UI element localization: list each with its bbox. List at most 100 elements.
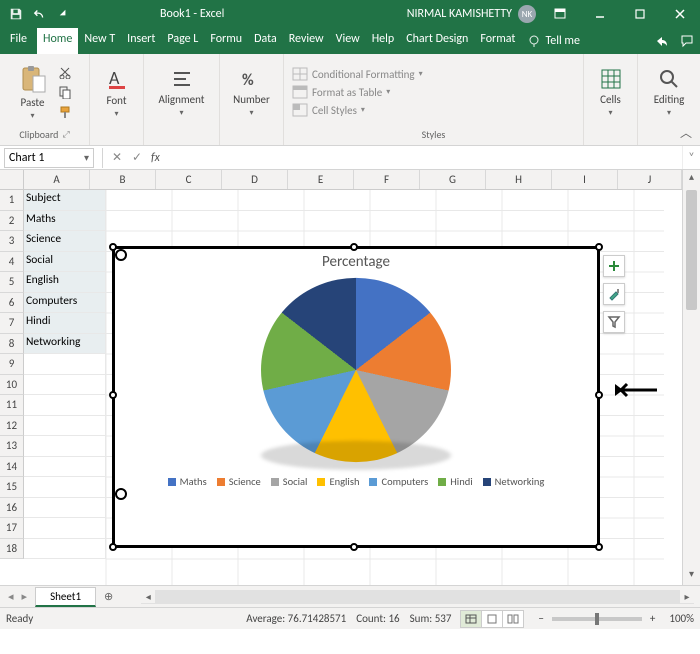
paste-button[interactable]: Paste ▾ <box>15 62 51 123</box>
cell-A6[interactable]: Computers <box>24 293 106 314</box>
col-G[interactable]: G <box>420 170 486 189</box>
legend-item[interactable]: Hindi <box>438 475 472 488</box>
row-3[interactable]: 3 <box>0 231 24 252</box>
tab-view[interactable]: View <box>330 28 366 54</box>
page-break-view-button[interactable] <box>502 610 524 628</box>
tab-help[interactable]: Help <box>366 28 401 54</box>
scroll-left-icon[interactable]: ◂ <box>141 590 155 603</box>
name-box[interactable]: Chart 1 ▾ <box>4 148 94 168</box>
cell-A16[interactable] <box>24 498 106 519</box>
comments-icon[interactable] <box>674 28 700 54</box>
editing-button[interactable]: Editing ▾ <box>650 65 689 120</box>
zoom-slider[interactable]: − + <box>534 612 659 625</box>
legend-item[interactable]: Computers <box>369 475 428 488</box>
zoom-track[interactable] <box>552 617 642 621</box>
tab-chart-design[interactable]: Chart Design <box>400 28 474 54</box>
clipboard-launcher-icon[interactable]: ⤢ <box>62 129 69 140</box>
col-H[interactable]: H <box>486 170 552 189</box>
font-button[interactable]: A Font ▾ <box>102 64 132 121</box>
row-5[interactable]: 5 <box>0 272 24 293</box>
sheet-nav-prev-icon[interactable]: ◂ <box>4 588 18 605</box>
row-12[interactable]: 12 <box>0 416 24 437</box>
undo-icon[interactable] <box>30 4 50 24</box>
chart-elements-button[interactable] <box>603 255 625 277</box>
cell-A8[interactable]: Networking <box>24 334 106 355</box>
tab-formulas[interactable]: Formu <box>204 28 248 54</box>
row-11[interactable]: 11 <box>0 395 24 416</box>
cells-button[interactable]: Cells ▾ <box>595 65 627 120</box>
tab-data[interactable]: Data <box>248 28 283 54</box>
legend-item[interactable]: Science <box>217 475 261 488</box>
resize-handle[interactable] <box>595 391 603 399</box>
col-A[interactable]: A <box>24 170 90 189</box>
cell-A11[interactable] <box>24 395 106 416</box>
tab-review[interactable]: Review <box>283 28 330 54</box>
col-J[interactable]: J <box>618 170 682 189</box>
formula-input[interactable] <box>160 148 682 168</box>
cell-A15[interactable] <box>24 477 106 498</box>
row-4[interactable]: 4 <box>0 252 24 273</box>
resize-handle[interactable] <box>595 543 603 551</box>
save-icon[interactable] <box>6 4 26 24</box>
row-16[interactable]: 16 <box>0 498 24 519</box>
cell-A7[interactable]: Hindi <box>24 313 106 334</box>
new-sheet-button[interactable]: ⊕ <box>96 588 121 605</box>
resize-handle[interactable] <box>350 543 358 551</box>
legend-item[interactable]: Maths <box>168 475 207 488</box>
close-icon[interactable] <box>660 0 700 28</box>
sheet-nav-next-icon[interactable]: ▸ <box>18 588 32 605</box>
user-account[interactable]: NIRMAL KAMISHETTY NK <box>407 5 536 23</box>
cell-A14[interactable] <box>24 457 106 478</box>
minimize-icon[interactable] <box>580 0 620 28</box>
tab-insert[interactable]: Insert <box>121 28 161 54</box>
col-E[interactable]: E <box>288 170 354 189</box>
copy-icon[interactable] <box>55 83 75 101</box>
chart-object[interactable]: Percentage Maths Science Social English Comp… <box>115 249 597 545</box>
chart-legend[interactable]: Maths Science Social English Computers Hindi N… <box>115 475 597 488</box>
tab-newtab[interactable]: New T <box>78 28 121 54</box>
chart-title[interactable]: Percentage <box>115 253 597 271</box>
chevron-down-icon[interactable]: ▾ <box>84 151 89 164</box>
zoom-out-button[interactable]: − <box>534 612 547 625</box>
pie-chart[interactable] <box>261 278 451 462</box>
cut-icon[interactable] <box>55 63 75 81</box>
col-C[interactable]: C <box>156 170 222 189</box>
fx-icon[interactable]: fx <box>151 151 160 165</box>
resize-handle[interactable] <box>350 243 358 251</box>
legend-item[interactable]: English <box>317 475 359 488</box>
share-icon[interactable] <box>648 28 674 54</box>
cell-A17[interactable] <box>24 518 106 539</box>
row-10[interactable]: 10 <box>0 375 24 396</box>
col-F[interactable]: F <box>354 170 420 189</box>
scroll-down-icon[interactable]: ▾ <box>683 567 700 585</box>
col-I[interactable]: I <box>552 170 618 189</box>
row-1[interactable]: 1 <box>0 190 24 211</box>
zoom-thumb[interactable] <box>595 613 599 625</box>
cell-A3[interactable]: Science <box>24 231 106 252</box>
cell-A10[interactable] <box>24 375 106 396</box>
vertical-scrollbar[interactable]: ▴ ▾ <box>682 170 700 585</box>
tab-file[interactable]: File <box>0 28 37 54</box>
number-button[interactable]: % Number ▾ <box>229 65 274 120</box>
cell-A2[interactable]: Maths <box>24 211 106 232</box>
cell-A1[interactable]: Subject <box>24 190 106 211</box>
row-15[interactable]: 15 <box>0 477 24 498</box>
alignment-button[interactable]: Alignment ▾ <box>155 65 209 120</box>
cell-A9[interactable] <box>24 354 106 375</box>
row-7[interactable]: 7 <box>0 313 24 334</box>
cell-A4[interactable]: Social <box>24 252 106 273</box>
col-B[interactable]: B <box>90 170 156 189</box>
legend-item[interactable]: Social <box>271 475 308 488</box>
col-D[interactable]: D <box>222 170 288 189</box>
resize-handle[interactable] <box>595 243 603 251</box>
legend-item[interactable]: Networking <box>483 475 545 488</box>
scroll-up-icon[interactable]: ▴ <box>683 170 700 188</box>
qat-more-icon[interactable] <box>54 4 74 24</box>
collapse-ribbon-icon[interactable]: ︿ <box>680 124 692 141</box>
zoom-level[interactable]: 100% <box>669 612 694 625</box>
resize-handle[interactable] <box>109 391 117 399</box>
normal-view-button[interactable] <box>460 610 482 628</box>
cell-A5[interactable]: English <box>24 272 106 293</box>
format-painter-icon[interactable] <box>55 103 75 121</box>
chart-styles-button[interactable] <box>603 283 625 305</box>
